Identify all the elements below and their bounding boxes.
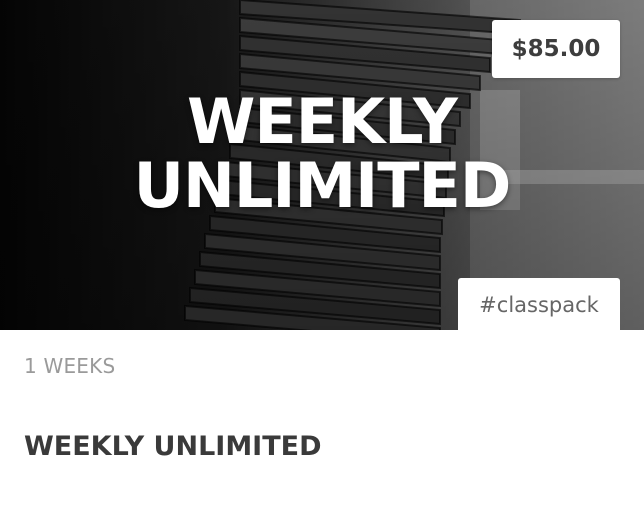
hero-image: WEEKLY UNLIMITED $85.00 #classpack xyxy=(0,0,644,330)
hero-title-line2: UNLIMITED xyxy=(133,149,512,222)
price-badge: $85.00 xyxy=(492,20,620,78)
hero-title: WEEKLY UNLIMITED xyxy=(0,90,644,218)
membership-card[interactable]: WEEKLY UNLIMITED $85.00 #classpack 1 WEE… xyxy=(0,0,644,518)
duration-label: 1 WEEKS xyxy=(24,354,116,378)
hero-title-line1: WEEKLY xyxy=(187,85,458,158)
plan-title[interactable]: WEEKLY UNLIMITED xyxy=(24,430,322,464)
tag-badge[interactable]: #classpack xyxy=(458,278,620,330)
